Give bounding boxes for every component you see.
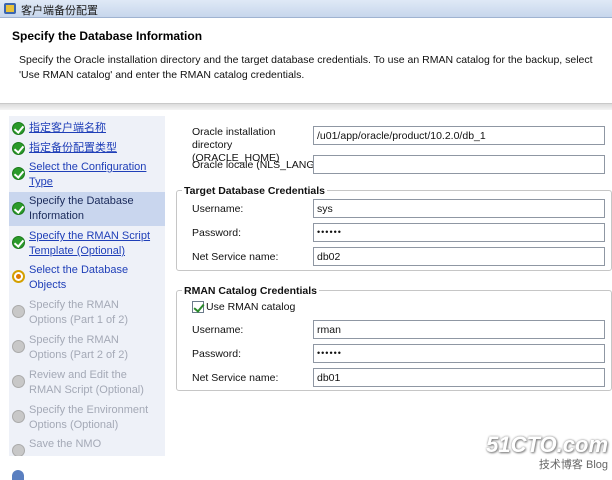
- check-icon: [12, 202, 25, 215]
- target-username-input[interactable]: sys: [313, 199, 605, 218]
- use-rman-catalog-checkbox[interactable]: [192, 301, 204, 313]
- page-header: Specify the Database Information Specify…: [0, 18, 612, 104]
- next-step-icon: [12, 270, 25, 283]
- pending-step-icon: [12, 340, 25, 353]
- target-username-label: Username:: [192, 203, 244, 215]
- nav-step-database-objects[interactable]: Select the Database Objects: [9, 261, 165, 295]
- nav-step-client-name[interactable]: 指定客户端名称: [9, 118, 165, 138]
- watermark-subtitle: 技术博客 Blog: [538, 459, 608, 471]
- nav-step-label: 指定客户端名称: [29, 122, 106, 134]
- nav-step-label: Review and Edit the RMAN Script (Optiona…: [29, 369, 144, 396]
- pending-step-icon: [12, 444, 25, 456]
- target-credentials-title: Target Database Credentials: [182, 185, 328, 197]
- catalog-credentials-title: RMAN Catalog Credentials: [182, 285, 320, 297]
- pending-step-icon: [12, 375, 25, 388]
- nav-step-rman-options-1: Specify the RMAN Options (Part 1 of 2): [9, 296, 165, 330]
- nav-step-label: Specify the Database Information: [29, 195, 134, 222]
- nav-step-save-nmo: Save the NMO: [9, 435, 165, 456]
- locale-label: Oracle locale (NLS_LANG):: [192, 159, 321, 171]
- page-description: Specify the Oracle installation director…: [19, 54, 593, 81]
- catalog-service-label: Net Service name:: [192, 372, 279, 384]
- page-title: Specify the Database Information: [12, 29, 203, 43]
- nav-step-label: Specify the RMAN Options (Part 2 of 2): [29, 334, 129, 361]
- use-rman-catalog-label: Use RMAN catalog: [206, 301, 296, 313]
- nav-step-label: Select the Configuration Type: [29, 161, 147, 188]
- pending-step-icon: [12, 305, 25, 318]
- nav-step-rman-options-2: Specify the RMAN Options (Part 2 of 2): [9, 331, 165, 365]
- catalog-service-input[interactable]: db01: [313, 368, 605, 387]
- nav-step-review-rman-script: Review and Edit the RMAN Script (Optiona…: [9, 366, 165, 400]
- catalog-username-label: Username:: [192, 324, 244, 336]
- watermark-logo-text: 51CTO.com: [486, 432, 608, 457]
- catalog-password-input[interactable]: ••••••: [313, 344, 605, 363]
- nav-step-label: Specify the RMAN Script Template (Option…: [29, 230, 151, 257]
- nav-step-database-information[interactable]: Specify the Database Information: [9, 192, 165, 226]
- target-service-label: Net Service name:: [192, 251, 279, 263]
- target-password-label: Password:: [192, 227, 242, 239]
- locale-input[interactable]: [313, 155, 605, 174]
- target-password-input[interactable]: ••••••: [313, 223, 605, 242]
- nav-step-label: Save the NMO: [29, 438, 102, 450]
- wizard-steps-nav: 指定客户端名称 指定备份配置类型 Select the Configuratio…: [9, 116, 165, 456]
- catalog-username-input[interactable]: rman: [313, 320, 605, 339]
- nav-step-label: Specify the Environment Options (Optiona…: [29, 404, 149, 431]
- oracle-home-input[interactable]: /u01/app/oracle/product/10.2.0/db_1: [313, 126, 605, 145]
- window-title: 客户端备份配置: [21, 5, 98, 17]
- nav-step-label: Select the Database Objects: [29, 264, 129, 291]
- check-icon: [12, 236, 25, 249]
- nav-step-label: Specify the RMAN Options (Part 1 of 2): [29, 299, 129, 326]
- watermark: 51CTO.com 技术博客 Blog: [486, 432, 608, 472]
- nav-step-environment-options: Specify the Environment Options (Optiona…: [9, 401, 165, 435]
- header-divider: [0, 104, 612, 110]
- check-icon: [12, 167, 25, 180]
- help-icon[interactable]: [12, 470, 24, 480]
- title-bar: 客户端备份配置: [0, 0, 612, 18]
- check-icon: [12, 122, 25, 135]
- pending-step-icon: [12, 410, 25, 423]
- app-icon: [4, 3, 16, 14]
- nav-step-configuration-type[interactable]: Select the Configuration Type: [9, 158, 165, 192]
- target-service-input[interactable]: db02: [313, 247, 605, 266]
- nav-step-label: 指定备份配置类型: [29, 142, 117, 154]
- check-icon: [12, 142, 25, 155]
- nav-step-rman-script-template[interactable]: Specify the RMAN Script Template (Option…: [9, 227, 165, 261]
- nav-step-backup-type[interactable]: 指定备份配置类型: [9, 138, 165, 158]
- catalog-password-label: Password:: [192, 348, 242, 360]
